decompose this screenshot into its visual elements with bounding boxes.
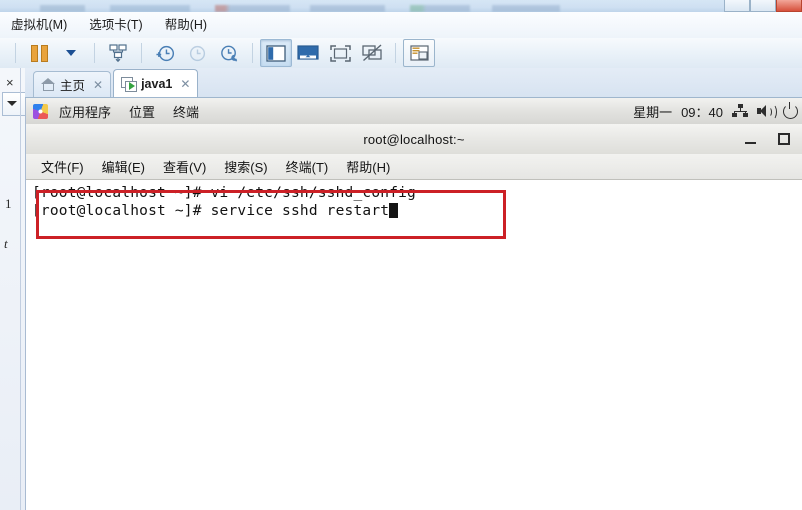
vm-icon bbox=[121, 76, 138, 92]
tab-home[interactable]: 主页 ✕ bbox=[33, 71, 112, 97]
term-menu-edit[interactable]: 编辑(E) bbox=[93, 157, 154, 176]
tab-home-label: 主页 bbox=[60, 79, 86, 93]
chevron-down-icon bbox=[66, 50, 76, 56]
revert-snapshot-icon bbox=[189, 45, 205, 61]
library-item-fragment[interactable]: t bbox=[4, 236, 8, 252]
volume-icon[interactable] bbox=[757, 104, 777, 120]
panel-day[interactable]: 星期一 bbox=[633, 102, 672, 121]
toolbar-separator bbox=[141, 43, 142, 63]
terminal-title: root@localhost:~ bbox=[363, 131, 465, 147]
preferences-button[interactable] bbox=[403, 39, 435, 67]
library-item-fragment[interactable]: 1 bbox=[5, 196, 12, 212]
tab-java1-label: java1 bbox=[141, 76, 173, 91]
vmware-body: × 1 t 主页 ✕ java1 ✕ 应用程序 位置 终端 星期一 09：40 … bbox=[0, 68, 802, 510]
library-sidebar: × 1 t bbox=[0, 68, 26, 510]
revert-snapshot-button[interactable] bbox=[181, 39, 213, 67]
vmware-title-strip bbox=[0, 0, 802, 12]
term-menu-terminal[interactable]: 终端(T) bbox=[277, 157, 338, 176]
unity-mode-icon bbox=[361, 44, 382, 62]
network-icon[interactable] bbox=[732, 104, 748, 118]
close-tab-icon[interactable]: ✕ bbox=[93, 78, 103, 92]
close-window-button[interactable] bbox=[776, 0, 802, 12]
blurred-browser-tabs bbox=[40, 5, 700, 12]
minimize-window-button[interactable] bbox=[724, 0, 750, 12]
term-menu-file[interactable]: 文件(F) bbox=[32, 157, 93, 176]
console-view-button[interactable] bbox=[292, 39, 324, 67]
term-menu-view[interactable]: 查看(V) bbox=[154, 157, 215, 176]
toolbar-separator bbox=[94, 43, 95, 63]
vmware-menu-bar: 虚拟机(M) 选项卡(T) 帮助(H) bbox=[0, 12, 802, 39]
vmware-toolbar bbox=[0, 38, 802, 69]
preferences-icon bbox=[409, 45, 429, 61]
console-view-icon bbox=[297, 44, 319, 60]
toolbar-separator bbox=[395, 43, 396, 63]
snapshot-manager-button[interactable] bbox=[213, 39, 245, 67]
terminal-cursor bbox=[389, 203, 399, 218]
library-divider bbox=[20, 68, 21, 510]
menu-help[interactable]: 帮助(H) bbox=[154, 13, 218, 37]
snapshot-manager-icon bbox=[220, 45, 237, 62]
panel-status-area: 星期一 09：40 bbox=[633, 101, 802, 121]
terminal-window: root@localhost:~ 文件(F) 编辑(E) 查看(V) 搜索(S)… bbox=[26, 124, 802, 510]
maximize-button[interactable] bbox=[778, 133, 790, 145]
applications-menu[interactable]: 应用程序 bbox=[50, 102, 120, 121]
terminal-menu[interactable]: 终端 bbox=[164, 102, 208, 121]
menu-tabs[interactable]: 选项卡(T) bbox=[78, 13, 153, 37]
unity-mode-button[interactable] bbox=[356, 39, 388, 67]
show-library-button[interactable] bbox=[260, 39, 292, 67]
terminal-title-bar[interactable]: root@localhost:~ bbox=[26, 124, 802, 155]
guest-screen: 应用程序 位置 终端 星期一 09：40 root@localhost:~ 文件… bbox=[26, 98, 802, 510]
chevron-down-icon[interactable] bbox=[7, 101, 17, 106]
pause-dropdown-button[interactable] bbox=[55, 39, 87, 67]
minimize-button[interactable] bbox=[745, 141, 756, 144]
term-menu-search[interactable]: 搜索(S) bbox=[215, 157, 276, 176]
fullscreen-button[interactable] bbox=[324, 39, 356, 67]
pause-icon bbox=[30, 44, 48, 62]
terminal-window-buttons bbox=[745, 124, 790, 154]
terminal-menu-bar: 文件(F) 编辑(E) 查看(V) 搜索(S) 终端(T) 帮助(H) bbox=[26, 154, 802, 180]
close-library-icon[interactable]: × bbox=[6, 76, 14, 89]
terminal-line: [root@localhost ~]# vi /etc/ssh/sshd_con… bbox=[32, 185, 416, 201]
power-icon[interactable] bbox=[783, 101, 798, 119]
panel-clock[interactable]: 09：40 bbox=[681, 102, 723, 121]
gnome-panel: 应用程序 位置 终端 星期一 09：40 bbox=[26, 98, 802, 125]
tab-java1[interactable]: java1 ✕ bbox=[113, 69, 199, 97]
pause-button[interactable] bbox=[23, 39, 55, 67]
manage-vm-icon bbox=[109, 44, 127, 63]
vm-tab-strip: 主页 ✕ java1 ✕ bbox=[25, 68, 802, 98]
close-tab-icon[interactable]: ✕ bbox=[180, 77, 190, 91]
window-controls[interactable] bbox=[724, 0, 802, 12]
maximize-window-button[interactable] bbox=[750, 0, 776, 12]
take-snapshot-icon bbox=[155, 45, 174, 61]
toolbar-separator bbox=[252, 43, 253, 63]
show-library-icon bbox=[266, 44, 286, 62]
terminal-line-with-cursor: [root@localhost ~]# service sshd restart bbox=[32, 202, 802, 220]
home-icon bbox=[41, 78, 55, 91]
places-menu[interactable]: 位置 bbox=[120, 102, 164, 121]
menu-virtual-machine[interactable]: 虚拟机(M) bbox=[0, 13, 78, 37]
toolbar-separator bbox=[15, 43, 16, 63]
term-menu-help[interactable]: 帮助(H) bbox=[337, 157, 399, 176]
terminal-line-text: [root@localhost ~]# service sshd restart bbox=[32, 203, 390, 219]
applications-menu-icon bbox=[33, 103, 48, 119]
fullscreen-icon bbox=[329, 44, 351, 62]
take-snapshot-button[interactable] bbox=[149, 39, 181, 67]
terminal-screen[interactable]: [root@localhost ~]# vi /etc/ssh/sshd_con… bbox=[26, 180, 802, 510]
screenshot-root: 虚拟机(M) 选项卡(T) 帮助(H) × 1 t 主页 ✕ java1 ✕ 应… bbox=[0, 0, 802, 510]
manage-vm-button[interactable] bbox=[102, 39, 134, 67]
